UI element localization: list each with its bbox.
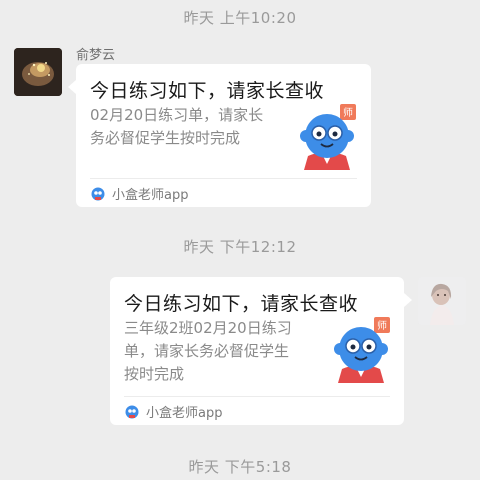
app-name: 小盒老师app [146, 406, 223, 421]
timestamp: 昨天 下午12:12 [183, 238, 297, 256]
card-source: 小盒老师app [124, 402, 222, 421]
mini-program-card[interactable]: 今日练习如下，请家长查收 三年级2班02月20日练习 单，请家长务必督促学生 按… [110, 277, 404, 425]
teacher-mascot-thumbnail: 师 [294, 104, 360, 170]
mascot-badge-text: 师 [343, 106, 353, 119]
card-title: 今日练习如下，请家长查收 [90, 80, 325, 102]
bubble-tail [404, 293, 412, 307]
xiaohe-app-icon [91, 187, 105, 200]
card-description: 02月20日练习单，请家长 务必督促学生按时完成 [90, 106, 264, 147]
mini-program-card[interactable]: 今日练习如下，请家长查收 02月20日练习单，请家长 务必督促学生按时完成 师 [76, 64, 371, 207]
xiaohe-app-icon [125, 405, 139, 418]
timestamp: 昨天 下午5:18 [188, 458, 292, 476]
card-source: 小盒老师app [90, 184, 188, 203]
card-divider [90, 178, 357, 179]
card-title: 今日练习如下，请家长查收 [124, 293, 359, 315]
teacher-mascot-thumbnail: 师 [328, 317, 394, 383]
timestamp: 昨天 上午10:20 [183, 9, 297, 27]
card-divider [124, 396, 390, 397]
app-name: 小盒老师app [112, 188, 189, 203]
mascot-badge-text: 师 [377, 319, 387, 332]
sender-name: 俞梦云 [76, 48, 116, 63]
bubble-tail [68, 80, 76, 94]
sender-avatar[interactable] [14, 48, 62, 96]
card-description: 三年级2班02月20日练习 单，请家长务必督促学生 按时完成 [124, 319, 292, 383]
self-avatar[interactable] [418, 277, 466, 325]
